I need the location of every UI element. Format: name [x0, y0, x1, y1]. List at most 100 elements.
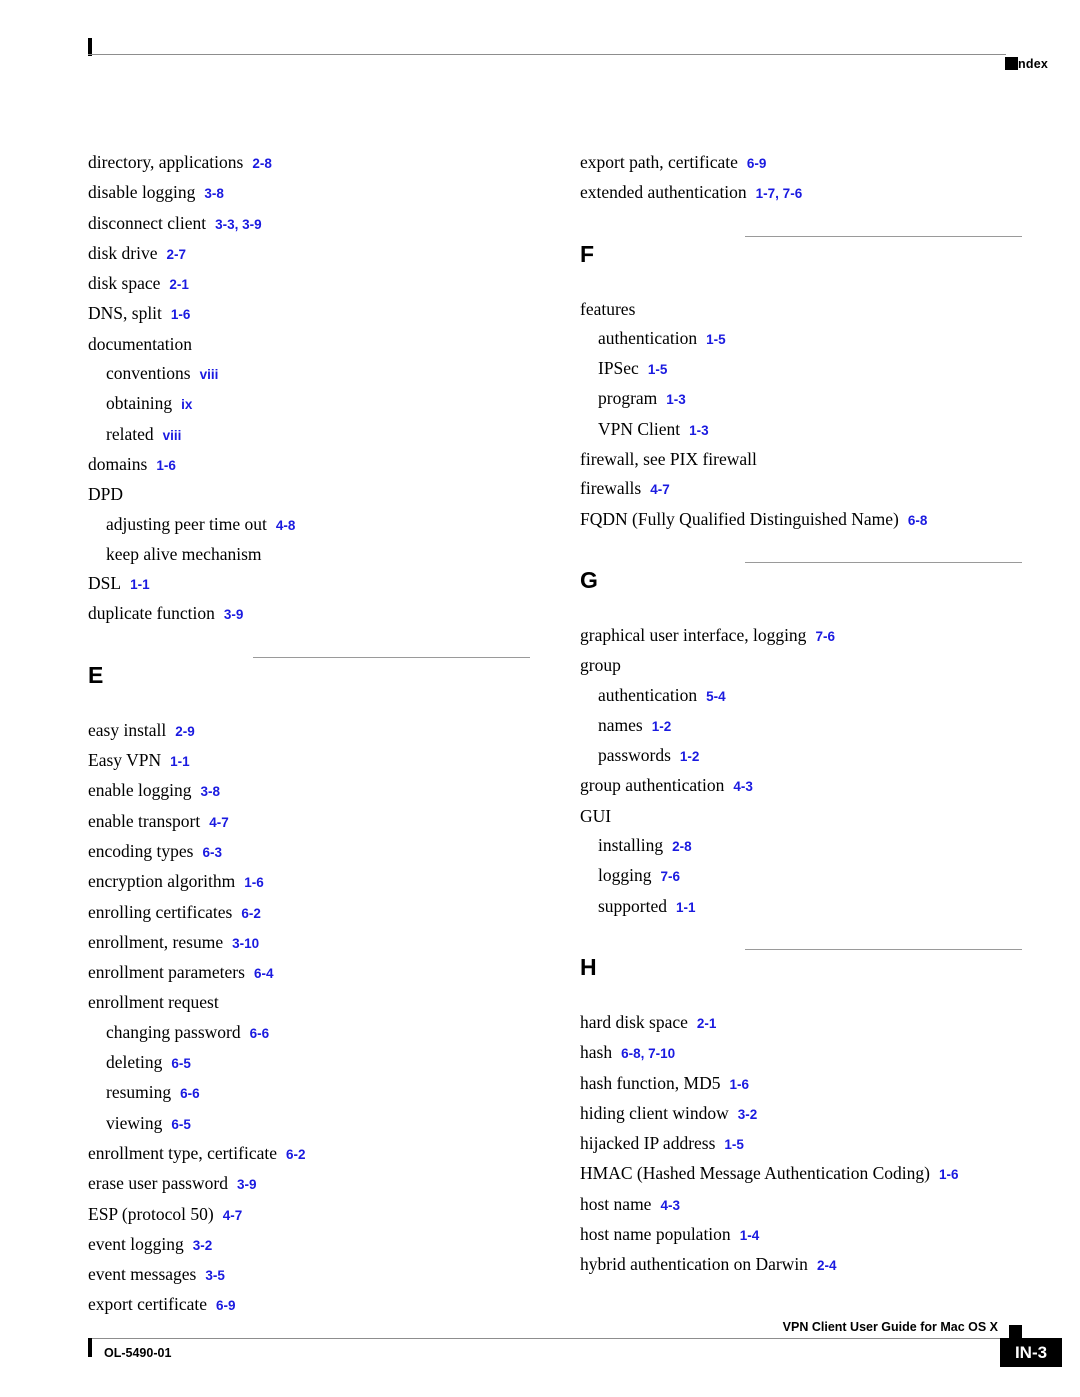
- index-entry-page-reference[interactable]: 1-5: [724, 1137, 744, 1152]
- index-entry-term: authentication: [598, 327, 698, 348]
- index-entry-page-reference[interactable]: 4-3: [660, 1198, 680, 1213]
- index-entry-page-reference[interactable]: 4-7: [650, 482, 670, 497]
- index-entry-page-reference[interactable]: 6-8, 7-10: [621, 1046, 675, 1061]
- index-entry-page-reference[interactable]: 2-8: [252, 156, 272, 171]
- section-rule: [253, 656, 530, 658]
- index-entry-term: enable logging: [88, 780, 192, 801]
- index-entry-term: enrolling certificates: [88, 901, 233, 922]
- index-entry-page-reference[interactable]: 7-6: [815, 629, 835, 644]
- index-entry-page-reference[interactable]: 1-5: [648, 362, 668, 377]
- index-entry-page-reference[interactable]: 2-9: [175, 724, 195, 739]
- index-entry-page-reference[interactable]: 4-8: [276, 518, 296, 533]
- index-entry-page-reference[interactable]: ix: [181, 397, 192, 412]
- index-entry: enrollment parameters 6-4: [88, 958, 528, 988]
- index-entry: enrollment, resume 3-10: [88, 928, 528, 958]
- index-entry-page-reference[interactable]: 4-7: [223, 1208, 243, 1223]
- index-entry-page-reference[interactable]: 4-7: [209, 815, 229, 830]
- index-entry-page-reference[interactable]: 2-4: [817, 1258, 837, 1273]
- index-entry-page-reference[interactable]: 3-10: [232, 936, 259, 951]
- index-entry: enrolling certificates 6-2: [88, 898, 528, 928]
- index-entry-term: installing: [598, 835, 664, 856]
- index-entry-page-reference[interactable]: 6-5: [171, 1056, 191, 1071]
- index-entry-page-reference[interactable]: 6-2: [286, 1147, 306, 1162]
- index-entry-term: Easy VPN: [88, 750, 162, 771]
- index-entry: related viii: [88, 420, 528, 450]
- index-entry: conventions viii: [88, 359, 528, 389]
- index-entry-page-reference[interactable]: 1-1: [170, 754, 190, 769]
- footer-rule: [88, 1338, 1006, 1339]
- index-entry-page-reference[interactable]: 3-8: [204, 186, 224, 201]
- index-entry-page-reference[interactable]: 3-2: [738, 1107, 758, 1122]
- index-entry-page-reference[interactable]: viii: [163, 428, 182, 443]
- index-entry-page-reference[interactable]: 1-4: [740, 1228, 760, 1243]
- index-entry-page-reference[interactable]: viii: [200, 367, 219, 382]
- index-entry-term: enrollment, resume: [88, 931, 224, 952]
- index-entry-term: firewall, see PIX firewall: [580, 449, 757, 470]
- index-entry: viewing 6-5: [88, 1109, 528, 1139]
- index-entry-page-reference[interactable]: 2-1: [169, 277, 189, 292]
- index-entry-page-reference[interactable]: 1-1: [130, 577, 150, 592]
- index-entry-page-reference[interactable]: 1-6: [171, 307, 191, 322]
- index-entry-page-reference[interactable]: 3-9: [237, 1177, 257, 1192]
- footer-page-number: IN-3: [1000, 1338, 1062, 1367]
- index-entry: supported 1-1: [580, 892, 1020, 922]
- index-entry: documentation: [88, 330, 528, 359]
- index-entry-page-reference[interactable]: 2-7: [167, 247, 187, 262]
- index-entry-page-reference[interactable]: 6-2: [241, 906, 261, 921]
- index-entry-page-reference[interactable]: 1-6: [939, 1167, 959, 1182]
- index-entry-page-reference[interactable]: 6-8: [908, 513, 928, 528]
- index-entry-page-reference[interactable]: 3-2: [193, 1238, 213, 1253]
- index-entry-page-reference[interactable]: 4-3: [733, 779, 753, 794]
- index-entry: disk space 2-1: [88, 269, 528, 299]
- index-section-header: F: [580, 209, 1022, 295]
- index-entry-term: changing password: [106, 1021, 241, 1042]
- index-entry-term: duplicate function: [88, 603, 215, 624]
- section-rule: [745, 235, 1022, 237]
- index-entry-term: directory, applications: [88, 152, 244, 172]
- index-entry-page-reference[interactable]: 6-5: [171, 1117, 191, 1132]
- index-entry-page-reference[interactable]: 6-3: [202, 845, 222, 860]
- index-entry: disable logging 3-8: [88, 178, 528, 208]
- index-entry-page-reference[interactable]: 1-6: [244, 875, 264, 890]
- index-columns: directory, applications 2-8 disable loggin…: [0, 0, 1080, 1397]
- index-entry-page-reference[interactable]: 6-6: [180, 1086, 200, 1101]
- index-entry-page-reference[interactable]: 5-4: [706, 689, 726, 704]
- index-entry: erase user password 3-9: [88, 1169, 528, 1199]
- index-entry-page-reference[interactable]: 6-4: [254, 966, 274, 981]
- section-rule: [745, 948, 1022, 950]
- index-entry-page-reference[interactable]: 1-7, 7-6: [756, 186, 803, 201]
- index-entry: DSL 1-1: [88, 569, 528, 599]
- index-entry: group authentication 4-3: [580, 771, 1020, 801]
- index-entry-page-reference[interactable]: 1-5: [706, 332, 726, 347]
- index-entry-page-reference[interactable]: 2-8: [672, 839, 692, 854]
- index-entry-page-reference[interactable]: 1-6: [729, 1077, 749, 1092]
- index-entry-page-reference[interactable]: 1-6: [156, 458, 176, 473]
- index-entry: authentication 5-4: [580, 681, 1020, 711]
- index-entry: firewalls 4-7: [580, 474, 1020, 504]
- index-entry-page-reference[interactable]: 1-1: [676, 900, 696, 915]
- index-entry-page-reference[interactable]: 3-5: [205, 1268, 225, 1283]
- section-rule: [745, 561, 1022, 563]
- index-entry-page-reference[interactable]: 3-3, 3-9: [215, 217, 262, 232]
- index-entry-page-reference[interactable]: 7-6: [660, 869, 680, 884]
- index-entry: FQDN (Fully Qualified Distinguished Name…: [580, 505, 1020, 535]
- section-letter-e: E: [88, 661, 104, 688]
- index-entry-page-reference[interactable]: 1-2: [652, 719, 672, 734]
- index-entry-page-reference[interactable]: 2-1: [697, 1016, 717, 1031]
- index-entry-term: enrollment request: [88, 992, 219, 1013]
- index-entry-term: adjusting peer time out: [106, 513, 267, 534]
- index-entry-page-reference[interactable]: 3-9: [224, 607, 244, 622]
- index-entry-page-reference[interactable]: 1-3: [689, 423, 709, 438]
- index-entry-term: event logging: [88, 1233, 184, 1254]
- index-entry-term: passwords: [598, 745, 671, 766]
- index-entry-page-reference[interactable]: 3-8: [201, 784, 221, 799]
- index-entry-page-reference[interactable]: 6-9: [747, 156, 767, 171]
- index-entry-page-reference[interactable]: 6-6: [250, 1026, 270, 1041]
- index-entry-term: hard disk space: [580, 1011, 688, 1032]
- index-entry-term: hash: [580, 1042, 613, 1063]
- index-entry-page-reference[interactable]: 1-2: [680, 749, 700, 764]
- index-entry-page-reference[interactable]: 1-3: [666, 392, 686, 407]
- index-entry-term: disk space: [88, 273, 161, 294]
- index-entry: keep alive mechanism: [88, 540, 528, 569]
- index-entry: hiding client window 3-2: [580, 1099, 1020, 1129]
